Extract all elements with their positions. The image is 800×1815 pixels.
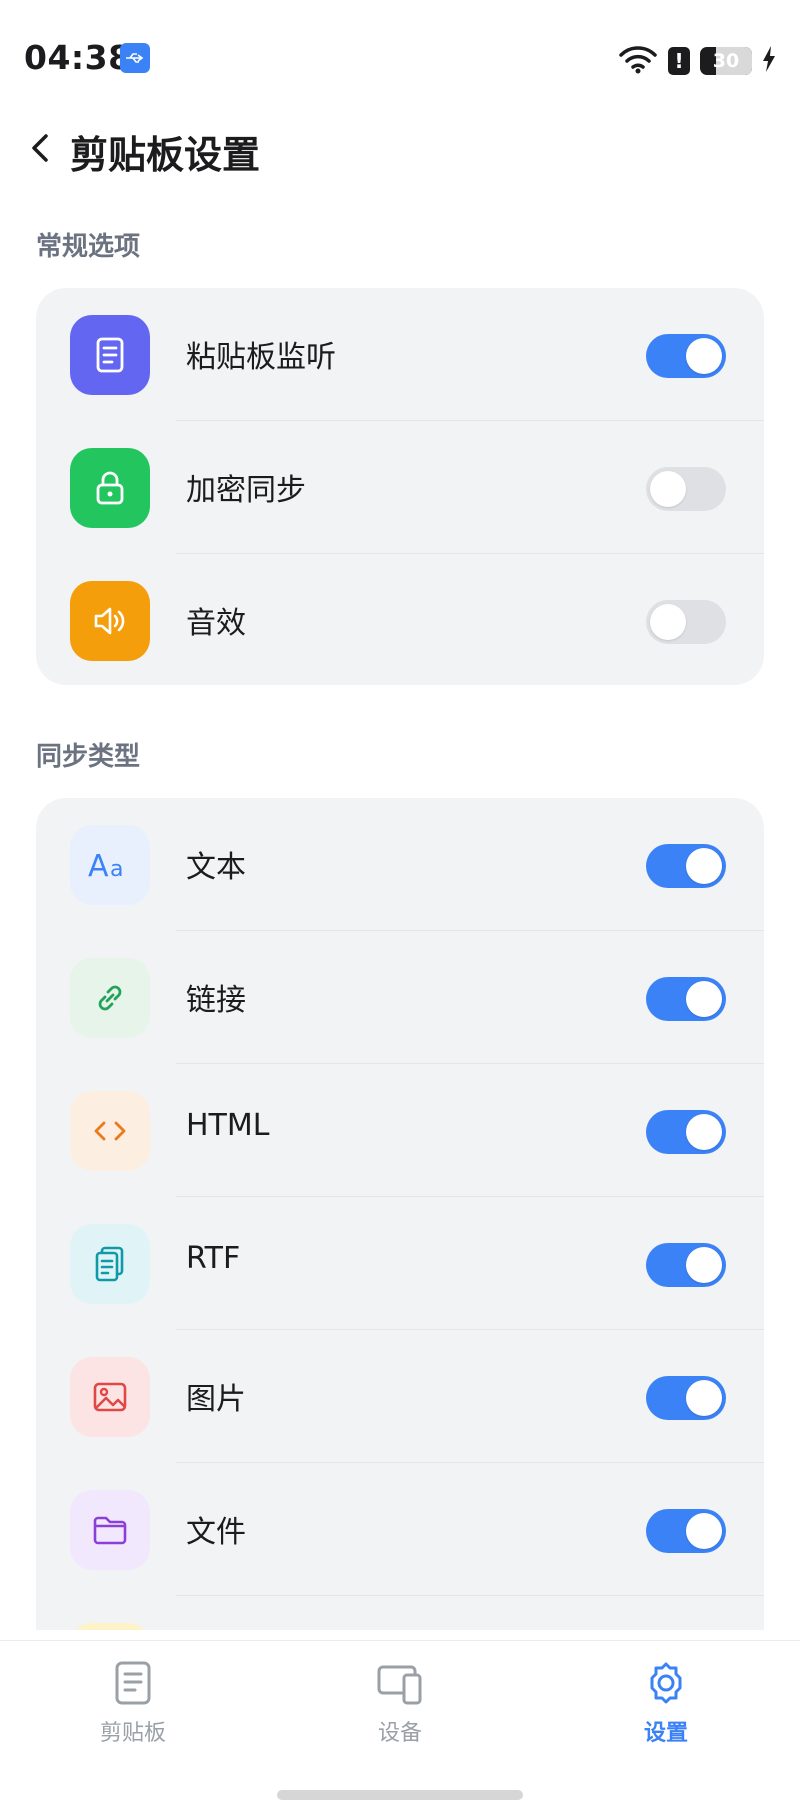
document-icon bbox=[70, 1224, 150, 1304]
sync-label: 图片 bbox=[186, 1382, 246, 1417]
nav-clipboard[interactable]: 剪贴板 bbox=[53, 1659, 213, 1747]
sync-label: HTML bbox=[186, 1108, 270, 1143]
status-time: 04:38 bbox=[24, 38, 132, 77]
file-sync-toggle[interactable] bbox=[646, 1509, 726, 1553]
nav-settings[interactable]: 设置 bbox=[586, 1659, 746, 1747]
setting-label: 音效 bbox=[186, 606, 246, 641]
text-sync-toggle[interactable] bbox=[646, 844, 726, 888]
usb-icon bbox=[120, 43, 150, 73]
sync-label: 文件 bbox=[186, 1515, 246, 1550]
code-icon bbox=[70, 1091, 150, 1171]
folder-icon bbox=[70, 1490, 150, 1570]
sync-label: RTF bbox=[186, 1241, 241, 1276]
sync-row-html[interactable]: HTML bbox=[36, 1064, 764, 1197]
sync-label: 文本 bbox=[186, 850, 246, 885]
image-icon bbox=[70, 1357, 150, 1437]
link-sync-toggle[interactable] bbox=[646, 977, 726, 1021]
sync-row-file[interactable]: 文件 bbox=[36, 1463, 764, 1596]
text-icon: Aa bbox=[70, 825, 150, 905]
link-icon bbox=[70, 958, 150, 1038]
svg-text:a: a bbox=[110, 857, 123, 882]
battery-icon: 30 bbox=[700, 47, 752, 75]
sound-toggle[interactable] bbox=[646, 600, 726, 644]
top-bar: 剪贴板设置 bbox=[0, 118, 800, 178]
clipboard-icon bbox=[53, 1659, 213, 1711]
wifi-icon bbox=[618, 44, 658, 78]
setting-row-sound[interactable]: 音效 bbox=[36, 554, 764, 685]
status-bar: 04:38 ! 30 bbox=[0, 0, 800, 120]
image-sync-toggle[interactable] bbox=[646, 1376, 726, 1420]
clipboard-monitor-toggle[interactable] bbox=[646, 334, 726, 378]
general-options-card: 粘贴板监听 加密同步 音效 bbox=[36, 288, 764, 685]
speaker-icon bbox=[70, 581, 150, 661]
html-sync-toggle[interactable] bbox=[646, 1110, 726, 1154]
sync-label: 链接 bbox=[186, 983, 246, 1018]
setting-label: 加密同步 bbox=[186, 473, 306, 508]
setting-row-clipboard-monitor[interactable]: 粘贴板监听 bbox=[36, 288, 764, 421]
alert-icon: ! bbox=[668, 47, 690, 75]
section-title-general: 常规选项 bbox=[36, 232, 141, 262]
page-title: 剪贴板设置 bbox=[70, 133, 261, 177]
sync-row-rtf[interactable]: RTF bbox=[36, 1197, 764, 1330]
sync-row-partial bbox=[36, 1596, 764, 1630]
partial-row-icon bbox=[70, 1623, 150, 1630]
rtf-sync-toggle[interactable] bbox=[646, 1243, 726, 1287]
clipboard-icon bbox=[70, 315, 150, 395]
section-title-sync-types: 同步类型 bbox=[36, 742, 141, 772]
devices-icon bbox=[320, 1659, 480, 1711]
sync-row-link[interactable]: 链接 bbox=[36, 931, 764, 1064]
home-indicator[interactable] bbox=[277, 1790, 523, 1800]
svg-text:A: A bbox=[88, 849, 109, 884]
battery-level: 30 bbox=[712, 50, 740, 72]
sync-types-card: Aa 文本 链接 HTML RTF 图片 文件 bbox=[36, 798, 764, 1630]
back-button[interactable] bbox=[22, 128, 62, 168]
setting-label: 粘贴板监听 bbox=[186, 340, 336, 375]
nav-devices[interactable]: 设备 bbox=[320, 1659, 480, 1747]
lock-icon bbox=[70, 448, 150, 528]
sync-row-text[interactable]: Aa 文本 bbox=[36, 798, 764, 931]
sync-row-image[interactable]: 图片 bbox=[36, 1330, 764, 1463]
bottom-navigation: 剪贴板 设备 设置 bbox=[0, 1640, 800, 1815]
setting-row-encrypted-sync[interactable]: 加密同步 bbox=[36, 421, 764, 554]
encrypted-sync-toggle[interactable] bbox=[646, 467, 726, 511]
charging-icon bbox=[762, 45, 776, 77]
gear-icon bbox=[586, 1659, 746, 1711]
